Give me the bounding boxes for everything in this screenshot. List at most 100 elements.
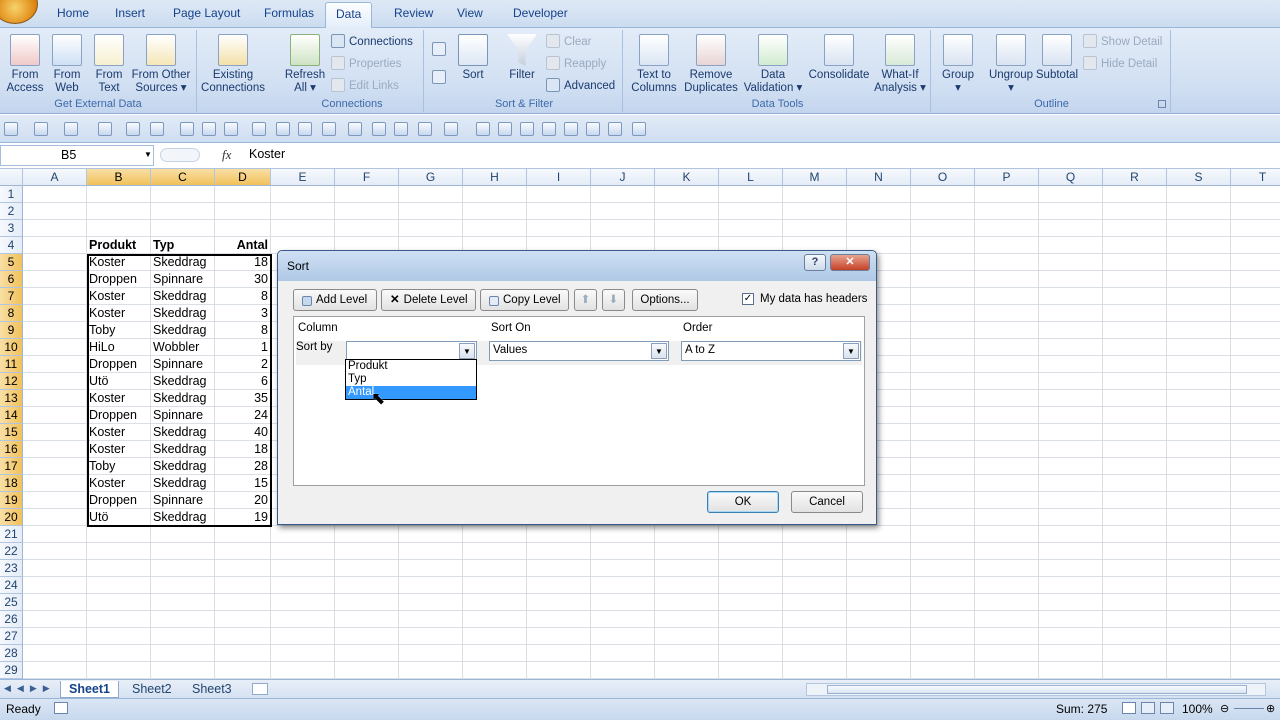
filter-button[interactable]: Filter [504,34,540,82]
tab-insert[interactable]: Insert [115,6,145,20]
reapply-button[interactable]: Reapply [546,56,606,70]
cloud-icon[interactable] [520,122,534,136]
dialog-launcher-icon[interactable] [1158,100,1166,108]
column-header-f[interactable]: F [335,169,399,186]
print-icon[interactable] [252,122,266,136]
checkbox-icon[interactable] [586,122,600,136]
row-header-19[interactable]: 19 [0,492,23,509]
dt-remove-duplicates-button[interactable]: Remove Duplicates [681,34,741,95]
row-header-21[interactable]: 21 [0,526,23,543]
options-button[interactable]: Options... [632,289,698,311]
scrollbar-thumb[interactable] [827,685,1247,694]
column-header-g[interactable]: G [399,169,463,186]
row-header-23[interactable]: 23 [0,560,23,577]
dropdown-option-antal[interactable]: Antal [346,386,476,399]
column-header-o[interactable]: O [911,169,975,186]
hide-detail-button[interactable]: Hide Detail [1083,56,1157,70]
insert-sheet-icon[interactable] [252,683,268,695]
row-header-29[interactable]: 29 [0,662,23,679]
close-button[interactable]: ✕ [830,254,870,271]
show-detail-button[interactable]: Show Detail [1083,34,1162,48]
zoom-in-icon[interactable]: ⊕ [1266,702,1275,715]
align-right-icon[interactable] [394,122,408,136]
row-header-7[interactable]: 7 [0,288,23,305]
formula-input[interactable]: Koster [249,147,285,161]
office-button[interactable] [0,0,38,24]
from-from-access-button[interactable]: From Access [4,34,46,95]
row-header-5[interactable]: 5 [0,254,23,271]
refresh-all-button[interactable]: Refresh All ▾ [283,34,327,95]
headers-checkbox[interactable]: ✓ [742,293,754,305]
redo-dropdown-icon[interactable] [126,122,140,136]
row-header-3[interactable]: 3 [0,220,23,237]
delete-level-button[interactable]: ✕ Delete Level [381,289,476,311]
row-header-22[interactable]: 22 [0,543,23,560]
row-header-11[interactable]: 11 [0,356,23,373]
dropdown-option-produkt[interactable]: Produkt [346,360,476,373]
zoom-slider[interactable] [1234,708,1264,709]
chevron-down-icon[interactable]: ▼ [843,343,859,359]
redo-icon[interactable] [98,122,112,136]
move-up-button[interactable]: ⬆ [574,289,597,311]
save-icon[interactable] [4,122,18,136]
undo-dropdown-icon[interactable] [64,122,78,136]
from-from-text-button[interactable]: From Text [88,34,130,95]
clear-button[interactable]: Clear [546,34,591,48]
advanced-button[interactable]: Advanced [546,78,615,92]
column-header-h[interactable]: H [463,169,527,186]
column-header-r[interactable]: R [1103,169,1167,186]
dropdown-option-typ[interactable]: Typ [346,373,476,386]
hand-icon[interactable] [564,122,578,136]
ok-button[interactable]: OK [707,491,779,513]
from-from-other-sources-button[interactable]: From Other Sources ▾ [128,34,194,95]
select-all-corner[interactable] [0,169,23,186]
table-icon[interactable] [298,122,312,136]
from-existing-connections-button[interactable]: Existing Connections [198,34,268,95]
border-icon[interactable] [418,122,432,136]
row-header-10[interactable]: 10 [0,339,23,356]
sort-az-button[interactable] [432,42,450,56]
header-cell-antal[interactable]: Antal [217,237,268,254]
chart-icon[interactable] [276,122,290,136]
column-header-i[interactable]: I [527,169,591,186]
print-preview-icon[interactable] [224,122,238,136]
column-header-t[interactable]: T [1231,169,1280,186]
row-header-27[interactable]: 27 [0,628,23,645]
row-header-18[interactable]: 18 [0,475,23,492]
calculator-icon[interactable] [150,122,164,136]
sheet-tab-sheet2[interactable]: Sheet2 [124,681,180,698]
normal-view-icon[interactable] [1122,702,1136,714]
column-header-b[interactable]: B [87,169,151,186]
row-header-26[interactable]: 26 [0,611,23,628]
row-header-1[interactable]: 1 [0,186,23,203]
row-header-6[interactable]: 6 [0,271,23,288]
from-from-web-button[interactable]: From Web [46,34,88,95]
header-cell-typ[interactable]: Typ [153,237,212,254]
tab-formulas[interactable]: Formulas [264,6,314,20]
tab-review[interactable]: Review [394,6,433,20]
undo-icon[interactable] [34,122,48,136]
column-header-n[interactable]: N [847,169,911,186]
cancel-button[interactable]: Cancel [791,491,863,513]
horizontal-scrollbar[interactable] [806,683,1266,696]
row-header-17[interactable]: 17 [0,458,23,475]
column-header-a[interactable]: A [23,169,87,186]
column-header-l[interactable]: L [719,169,783,186]
outline-group-button[interactable]: Group ▾ [937,34,979,95]
dt-what-if-analysis-button[interactable]: What-If Analysis ▾ [873,34,927,95]
customize-qat-icon[interactable] [632,122,646,136]
macro-record-icon[interactable] [54,702,68,714]
chevron-down-icon[interactable]: ▼ [144,150,152,159]
column-header-q[interactable]: Q [1039,169,1103,186]
row-header-4[interactable]: 4 [0,237,23,254]
tab-view[interactable]: View [457,6,483,20]
row-header-14[interactable]: 14 [0,407,23,424]
zoom-icon[interactable] [444,122,458,136]
formula-bar-expand-handle[interactable] [160,148,200,162]
row-header-16[interactable]: 16 [0,441,23,458]
dialog-title-bar[interactable]: Sort ? ✕ [278,251,876,281]
row-header-24[interactable]: 24 [0,577,23,594]
chevron-down-icon[interactable]: ▼ [651,343,667,359]
sort-za-button[interactable] [432,70,450,84]
headers-checkbox-label[interactable]: My data has headers [760,293,867,305]
